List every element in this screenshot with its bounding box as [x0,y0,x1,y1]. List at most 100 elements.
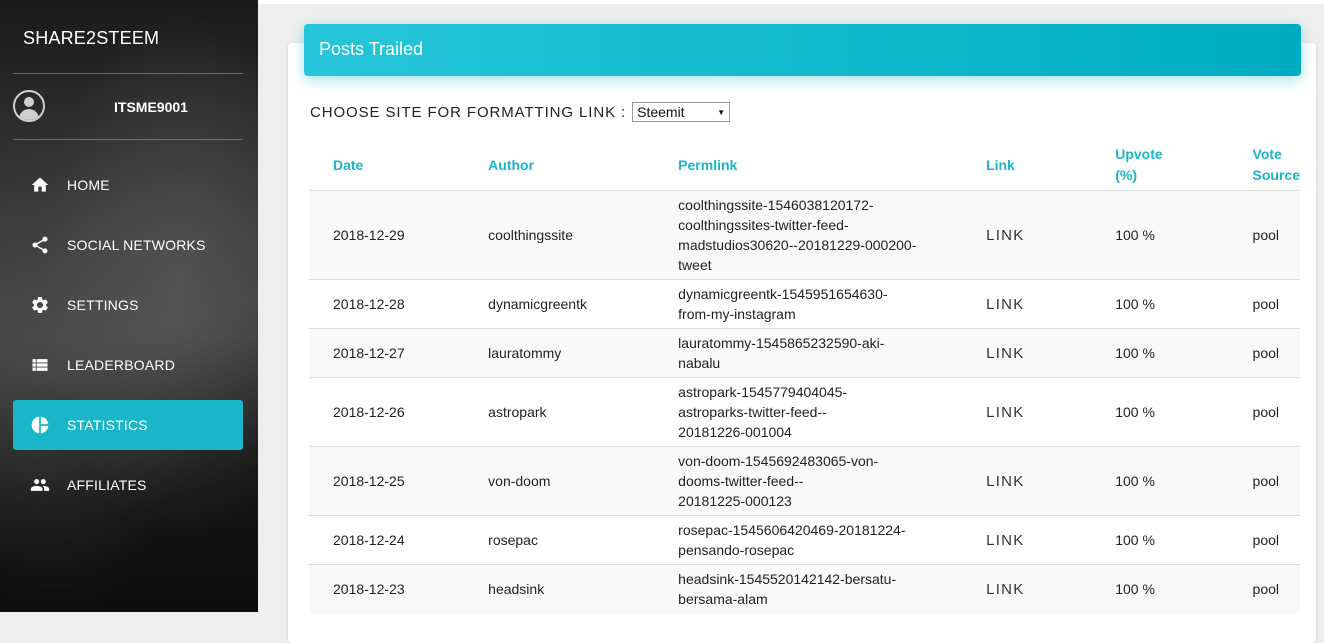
posts-table: Date Author Permlink Link Upvote (%) Vote… [309,140,1300,614]
post-link[interactable]: LINK [986,227,1025,244]
sidebar-item-label: SOCIAL NETWORKS [67,237,206,253]
permlink-line: tweet [678,257,712,273]
sidebar-item-statistics[interactable]: STATISTICS [13,400,243,450]
post-link[interactable]: LINK [986,532,1025,549]
permlink-line: dooms-twitter-feed-- [678,473,804,489]
permlink-line: pensando-rosepac [678,542,795,558]
divider [13,73,243,74]
divider [13,139,243,140]
cell-vote-source: pool [1228,279,1300,329]
username: ITSME9001 [114,99,188,115]
sidebar-item-label: SETTINGS [67,297,139,313]
cell-date: 2018-12-26 [309,377,465,447]
cell-link: LINK [962,190,1092,280]
format-site-row: CHOOSE SITE FOR FORMATTING LINK : Steemi… [310,101,731,123]
permlink-line: dynamicgreentk-1545951654630- [678,286,888,302]
cell-vote-source: pool [1228,446,1300,516]
header-vote-source[interactable]: Vote Source [1229,140,1300,191]
cell-upvote: 100 % [1091,446,1229,516]
cell-date: 2018-12-29 [309,190,465,280]
header-author[interactable]: Author [464,140,654,191]
share-icon [30,235,50,255]
sidebar-item-settings[interactable]: SETTINGS [13,280,243,330]
cell-permlink: dynamicgreentk-1545951654630- from-my-ins… [654,279,963,329]
cell-permlink: astropark-1545779404045- astroparks-twitt… [654,377,963,447]
table-header-row: Date Author Permlink Link Upvote (%) Vote… [309,140,1300,191]
permlink-line: coolthingssite-1546038120172- [678,197,874,213]
post-link[interactable]: LINK [986,473,1025,490]
brand-logo[interactable]: SHARE2STEEM [23,28,159,49]
post-link[interactable]: LINK [986,404,1025,421]
cell-permlink: von-doom-1545692483065-von-dooms-twitter… [654,446,963,516]
cell-author: lauratommy [464,328,655,378]
cell-link: LINK [962,515,1092,565]
post-link[interactable]: LINK [986,345,1025,362]
table-row: 2018-12-29 coolthingssite coolthingssite-1… [309,190,1300,280]
permlink-line: madstudios30620--20181229-000200- [678,237,917,253]
cell-date: 2018-12-24 [309,515,465,565]
cell-vote-source: pool [1228,190,1300,280]
table-row: 2018-12-27 lauratommy lauratommy-154586523… [309,328,1300,378]
permlink-line: astropark-1545779404045- [678,384,848,400]
user-profile[interactable]: ITSME9001 [13,88,243,126]
post-link[interactable]: LINK [986,296,1025,313]
chevron-down-icon: ▼ [717,107,726,117]
permlink-line: from-my-instagram [678,306,796,322]
cell-author: dynamicgreentk [464,279,655,329]
avatar-icon [13,90,45,122]
cell-upvote: 100 % [1091,279,1229,329]
cell-vote-source: pool [1228,564,1300,614]
card-title: Posts Trailed [304,24,1301,76]
cell-upvote: 100 % [1091,328,1229,378]
list-icon [30,355,50,375]
cell-vote-source: pool [1228,377,1300,447]
post-link[interactable]: LINK [986,581,1025,598]
people-icon [30,475,50,495]
table-row: 2018-12-24 rosepac rosepac-1545606420469-2… [309,515,1300,565]
sidebar-item-social-networks[interactable]: SOCIAL NETWORKS [13,220,243,270]
pie-chart-icon [30,415,50,435]
header-date[interactable]: Date [309,140,464,191]
cell-author: rosepac [464,515,655,565]
site-select[interactable]: Steemit ▼ [632,102,731,122]
sidebar-item-label: LEADERBOARD [67,357,176,373]
site-select-value: Steemit [637,104,685,120]
sidebar-item-affiliates[interactable]: AFFILIATES [13,460,243,510]
cell-date: 2018-12-27 [309,328,465,378]
cell-link: LINK [962,328,1092,378]
permlink-line: astroparks-twitter-feed-- [678,404,827,420]
top-bar [258,0,1324,4]
header-link[interactable]: Link [962,140,1091,191]
cell-link: LINK [962,446,1092,516]
cell-permlink: lauratommy-1545865232590-aki-nabalu [654,328,963,378]
permlink-line: bersama-alam [678,591,768,608]
cell-vote-source: pool [1228,328,1300,378]
cell-upvote: 100 % [1091,515,1229,565]
sidebar-item-leaderboard[interactable]: LEADERBOARD [13,340,243,390]
permlink-line: rosepac-1545606420469-20181224- [678,522,906,538]
sidebar-item-label: AFFILIATES [67,477,147,493]
cell-author: von-doom [464,446,655,516]
cell-link: LINK [962,377,1092,447]
cell-permlink: coolthingssite-1546038120172- coolthingss… [654,190,963,280]
header-permlink[interactable]: Permlink [654,140,962,191]
cell-date: 2018-12-25 [309,446,465,516]
permlink-line: 20181226-001004 [678,424,792,440]
cell-upvote: 100 % [1091,190,1229,280]
cell-permlink: rosepac-1545606420469-20181224- pensando-… [654,515,963,565]
cell-author: headsink [464,564,655,614]
table-row: 2018-12-26 astropark astropark-15457794040… [309,377,1300,447]
cell-date: 2018-12-23 [309,564,465,614]
format-site-label: CHOOSE SITE FOR FORMATTING LINK : [310,103,627,121]
cell-date: 2018-12-28 [309,279,465,329]
sidebar-item-home[interactable]: HOME [13,160,243,210]
gear-icon [30,295,50,315]
cell-author: coolthingssite [464,190,655,280]
cell-vote-source: pool [1228,515,1300,565]
table-row: 2018-12-28 dynamicgreentk dynamicgreentk-1… [309,279,1300,329]
permlink-line: coolthingssites-twitter-feed- [678,217,849,233]
home-icon [30,175,50,195]
header-upvote[interactable]: Upvote (%) [1091,140,1228,191]
cell-author: astropark [464,377,655,447]
permlink-line: von-doom-1545692483065-von- [678,453,879,469]
